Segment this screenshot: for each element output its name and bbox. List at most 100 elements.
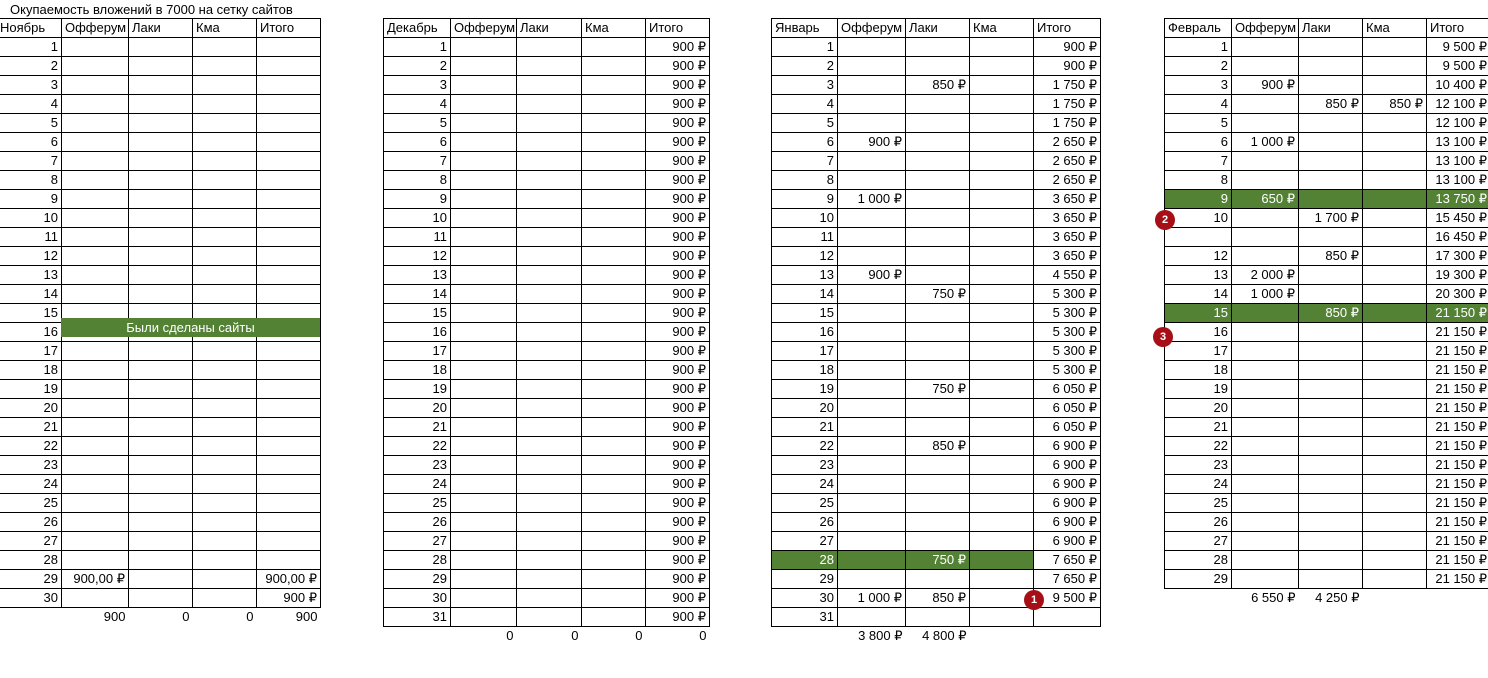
table-cell[interactable]: 27 <box>383 531 451 551</box>
table-cell[interactable] <box>450 265 517 285</box>
table-cell[interactable] <box>256 56 321 76</box>
table-cell[interactable]: 900 ₽ <box>645 569 710 589</box>
table-cell[interactable] <box>192 75 257 95</box>
table-cell[interactable] <box>450 493 517 513</box>
table-cell[interactable]: 15 <box>383 303 451 323</box>
december-header-cell[interactable]: Декабрь <box>383 18 451 38</box>
table-cell[interactable] <box>128 417 193 437</box>
table-cell[interactable] <box>1362 531 1427 551</box>
table-cell[interactable]: 900 ₽ <box>645 208 710 228</box>
total-cell[interactable] <box>1363 589 1427 608</box>
table-cell[interactable] <box>1362 113 1427 133</box>
table-cell[interactable]: 8 <box>383 170 451 190</box>
table-cell[interactable]: 6 900 ₽ <box>1033 512 1101 532</box>
table-cell[interactable]: 5 <box>1164 113 1232 133</box>
table-cell[interactable] <box>1298 151 1363 171</box>
table-cell[interactable] <box>128 37 193 57</box>
total-cell[interactable]: 4 250 ₽ <box>1299 589 1363 608</box>
table-cell[interactable] <box>256 379 321 399</box>
table-cell[interactable] <box>192 531 257 551</box>
table-cell[interactable] <box>192 189 257 209</box>
table-cell[interactable]: 900 ₽ <box>645 341 710 361</box>
table-cell[interactable]: 21 150 ₽ <box>1426 417 1488 437</box>
table-cell[interactable]: 30 <box>771 588 838 608</box>
february-header-cell[interactable]: Февраль <box>1164 18 1232 38</box>
table-cell[interactable]: 4 <box>771 94 838 114</box>
table-cell[interactable] <box>61 170 129 190</box>
table-cell[interactable] <box>969 151 1034 171</box>
table-cell[interactable] <box>581 322 646 342</box>
table-cell[interactable] <box>905 303 970 323</box>
table-cell[interactable] <box>128 360 193 380</box>
table-cell[interactable]: 900 ₽ <box>256 588 321 608</box>
table-cell[interactable] <box>837 398 906 418</box>
table-cell[interactable] <box>192 493 257 513</box>
table-cell[interactable] <box>450 531 517 551</box>
table-cell[interactable] <box>837 208 906 228</box>
table-cell[interactable]: 1 000 ₽ <box>837 189 906 209</box>
table-cell[interactable] <box>450 550 517 570</box>
table-cell[interactable] <box>1362 265 1427 285</box>
table-cell[interactable] <box>61 75 129 95</box>
table-cell[interactable]: 22 <box>771 436 838 456</box>
total-cell[interactable] <box>772 627 838 646</box>
table-cell[interactable]: 3 <box>0 75 62 95</box>
table-cell[interactable]: 9 500 ₽ <box>1426 37 1488 57</box>
table-cell[interactable] <box>905 341 970 361</box>
table-cell[interactable] <box>516 113 582 133</box>
table-cell[interactable] <box>969 189 1034 209</box>
table-cell[interactable]: 31 <box>383 607 451 627</box>
table-cell[interactable] <box>581 531 646 551</box>
table-cell[interactable] <box>1298 113 1363 133</box>
table-cell[interactable]: 900 ₽ <box>645 170 710 190</box>
table-cell[interactable]: 18 <box>383 360 451 380</box>
table-cell[interactable]: 29 <box>383 569 451 589</box>
table-cell[interactable] <box>1298 265 1363 285</box>
table-cell[interactable] <box>450 303 517 323</box>
table-cell[interactable] <box>256 246 321 266</box>
table-cell[interactable] <box>516 37 582 57</box>
table-cell[interactable] <box>516 379 582 399</box>
table-cell[interactable]: 29 <box>771 569 838 589</box>
table-cell[interactable] <box>256 341 321 361</box>
table-cell[interactable] <box>61 208 129 228</box>
table-cell[interactable] <box>256 265 321 285</box>
table-cell[interactable]: 900 ₽ <box>645 246 710 266</box>
table-cell[interactable] <box>128 512 193 532</box>
table-cell[interactable] <box>1362 379 1427 399</box>
table-cell[interactable] <box>837 113 906 133</box>
table-cell[interactable] <box>581 588 646 608</box>
table-cell[interactable] <box>192 341 257 361</box>
table-cell[interactable] <box>128 132 193 152</box>
december-header-cell[interactable]: Офферум <box>450 18 517 38</box>
table-cell[interactable] <box>1231 170 1299 190</box>
table-cell[interactable]: 5 <box>771 113 838 133</box>
january-header-cell[interactable]: Кма <box>969 18 1034 38</box>
total-cell[interactable]: 0 <box>646 627 710 646</box>
table-cell[interactable]: 3 <box>771 75 838 95</box>
table-cell[interactable] <box>516 151 582 171</box>
table-cell[interactable] <box>1298 550 1363 570</box>
table-cell[interactable]: 13 <box>1164 265 1232 285</box>
february-header-cell[interactable]: Итого <box>1426 18 1488 38</box>
table-cell[interactable] <box>1164 227 1232 247</box>
table-cell[interactable] <box>256 398 321 418</box>
table-cell[interactable] <box>61 265 129 285</box>
table-cell[interactable] <box>128 265 193 285</box>
table-cell[interactable]: 6 <box>1164 132 1232 152</box>
total-cell[interactable] <box>1165 589 1232 608</box>
table-cell[interactable] <box>581 208 646 228</box>
table-cell[interactable]: 6 900 ₽ <box>1033 493 1101 513</box>
table-cell[interactable] <box>516 550 582 570</box>
table-cell[interactable] <box>1298 436 1363 456</box>
table-cell[interactable]: 23 <box>0 455 62 475</box>
table-cell[interactable] <box>61 94 129 114</box>
table-cell[interactable]: 14 <box>771 284 838 304</box>
table-cell[interactable] <box>1231 151 1299 171</box>
table-cell[interactable] <box>192 227 257 247</box>
table-cell[interactable] <box>128 455 193 475</box>
table-cell[interactable] <box>837 607 906 627</box>
table-cell[interactable]: 900 ₽ <box>645 417 710 437</box>
table-cell[interactable] <box>905 417 970 437</box>
table-cell[interactable] <box>969 455 1034 475</box>
